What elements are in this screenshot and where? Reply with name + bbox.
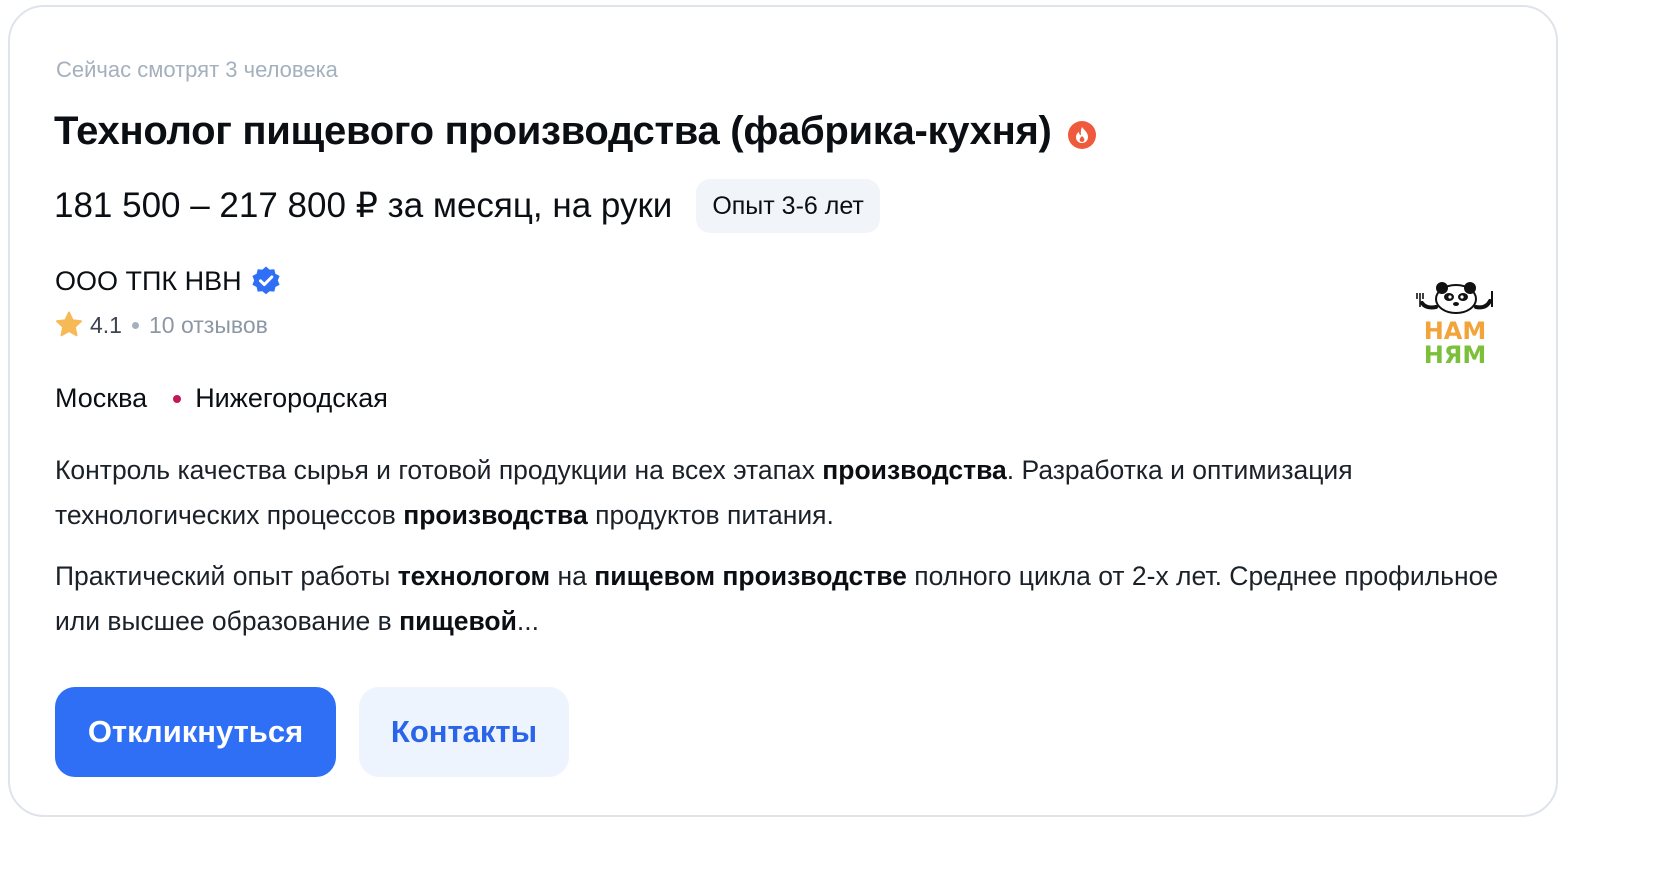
- city: Москва: [55, 383, 148, 413]
- salary-text: 181 500 – 217 800 ₽ за месяц, на руки: [54, 186, 673, 225]
- company-name[interactable]: ООО ТПК НВН: [55, 266, 242, 297]
- description-text: Контроль качества сырья и готовой продук…: [55, 455, 823, 485]
- highlighted-keyword: технологом: [397, 561, 551, 591]
- description-responsibilities: Контроль качества сырья и готовой продук…: [55, 448, 1525, 538]
- reviews-link[interactable]: 10 отзывов: [149, 312, 268, 339]
- location-row: Москва Нижегородская: [55, 383, 388, 414]
- star-icon: [54, 310, 84, 340]
- logo-text-bottom: НЯМ: [1424, 341, 1486, 369]
- experience-badge: Опыт 3-6 лет: [696, 179, 880, 233]
- salary-row: 181 500 – 217 800 ₽ за месяц, на руки Оп…: [54, 179, 880, 233]
- viewers-count: Сейчас смотрят 3 человека: [56, 57, 338, 82]
- rating-value: 4.1: [90, 311, 122, 338]
- highlighted-keyword: пищевом производстве: [594, 561, 907, 591]
- highlighted-keyword: пищевой: [399, 606, 517, 636]
- vacancy-title[interactable]: Технолог пищевого производства (фабрика-…: [54, 109, 1052, 154]
- description-text: продуктов питания.: [587, 500, 834, 530]
- separator-dot: [131, 321, 139, 329]
- description-requirements: Практический опыт работы технологом на п…: [55, 554, 1525, 644]
- description-text: ...: [516, 606, 540, 636]
- highlighted-keyword: производства: [403, 500, 588, 530]
- metro-line-dot: [173, 394, 182, 403]
- company-row: ООО ТПК НВН: [55, 265, 282, 297]
- metro-station: Нижегородская: [195, 383, 388, 413]
- rating-row[interactable]: 4.1 10 отзывов: [54, 310, 268, 340]
- company-logo[interactable]: НАМ НЯМ: [1412, 277, 1498, 371]
- contacts-button[interactable]: Контакты: [359, 687, 569, 777]
- description-text: Практический опыт работы: [55, 561, 398, 591]
- apply-button[interactable]: Откликнуться: [55, 687, 336, 777]
- highlighted-keyword: производства: [822, 455, 1007, 485]
- title-row: Технолог пищевого производства (фабрика-…: [54, 109, 1096, 154]
- verified-check-icon: [250, 265, 282, 297]
- vacancy-card[interactable]: Сейчас смотрят 3 человека Технолог пищев…: [8, 5, 1558, 817]
- fire-icon: [1067, 120, 1096, 149]
- description-text: на: [550, 561, 595, 591]
